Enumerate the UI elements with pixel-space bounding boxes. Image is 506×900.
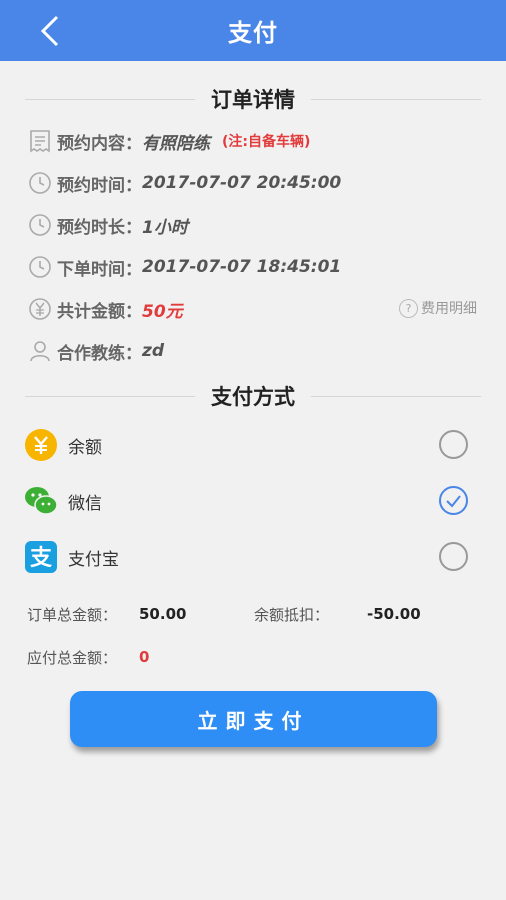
order-total-value: 50.00 <box>139 605 187 623</box>
payment-option-alipay[interactable]: 支 支付宝 <box>24 534 470 580</box>
question-icon: ? <box>399 298 418 318</box>
receipt-icon <box>30 130 50 153</box>
content-label: 预约内容： <box>57 133 142 154</box>
summary-row-order-total: 订单总金额： 50.00 余额抵扣： -50.00 <box>27 602 477 626</box>
duration-label: 预约时长： <box>57 217 142 238</box>
check-icon <box>446 495 461 508</box>
payment-option-wechat[interactable]: 微信 <box>24 478 470 524</box>
divider <box>25 395 195 397</box>
summary-row-payable: 应付总金额： 0 <box>27 645 227 669</box>
wechat-icon <box>25 487 58 515</box>
radio-unchecked[interactable] <box>439 430 468 459</box>
clock-icon <box>29 214 51 236</box>
radio-unchecked[interactable] <box>439 542 468 571</box>
balance-deduct-label: 余额抵扣： <box>254 605 330 624</box>
header-bar: 支付 <box>0 0 506 61</box>
pay-now-button[interactable]: 立即支付 <box>70 691 437 747</box>
fee-detail-label: 费用明细 <box>421 301 477 317</box>
placed-label: 下单时间： <box>57 259 142 280</box>
coach-value: zd <box>142 341 165 361</box>
duration-value: 1小时 <box>142 217 188 238</box>
payment-option-label: 支付宝 <box>68 549 119 570</box>
appointment-time-row: 预约时间： 2017-07-07 20:45:00 <box>27 168 477 198</box>
back-button[interactable] <box>30 12 70 50</box>
order-details-heading: 订单详情 <box>25 83 481 115</box>
clock-icon <box>29 256 51 278</box>
total-label: 共计金额： <box>57 301 142 322</box>
time-label: 预约时间： <box>57 175 142 196</box>
payment-method-heading: 支付方式 <box>25 380 481 412</box>
payment-option-label: 微信 <box>68 493 102 514</box>
appointment-content-row: 预约内容： 有照陪练 (注:自备车辆) <box>27 126 477 156</box>
svg-text:支: 支 <box>30 546 53 571</box>
radio-checked[interactable] <box>439 486 468 515</box>
user-icon <box>30 341 50 362</box>
yuan-icon <box>29 298 51 320</box>
coach-row: 合作教练： zd <box>27 336 477 366</box>
appointment-duration-row: 预约时长： 1小时 <box>27 210 477 240</box>
clock-icon <box>29 172 51 194</box>
payment-option-balance[interactable]: 余额 <box>24 422 470 468</box>
order-placed-row: 下单时间： 2017-07-07 18:45:01 <box>27 252 477 282</box>
coach-label: 合作教练： <box>57 343 142 364</box>
total-amount-row: 共计金额： 50元 ? 费用明细 <box>27 294 477 324</box>
yuan-balance-icon <box>25 429 57 461</box>
chevron-left-icon <box>40 15 59 47</box>
divider <box>311 395 481 397</box>
fee-detail-link[interactable]: ? 费用明细 <box>399 298 477 318</box>
divider <box>25 98 195 100</box>
divider <box>311 98 481 100</box>
payment-option-label: 余额 <box>68 437 102 458</box>
alipay-icon: 支 <box>25 541 57 573</box>
payable-value: 0 <box>139 648 150 666</box>
content-note: (注:自备车辆) <box>222 134 311 150</box>
section-title-text: 支付方式 <box>211 385 295 409</box>
section-title-text: 订单详情 <box>211 88 295 112</box>
total-value: 50元 <box>142 301 183 322</box>
order-total-label: 订单总金额： <box>27 605 118 624</box>
placed-value: 2017-07-07 18:45:01 <box>142 257 342 277</box>
content-value: 有照陪练 <box>142 133 210 154</box>
payable-label: 应付总金额： <box>27 648 118 667</box>
page-title: 支付 <box>228 19 278 47</box>
time-value: 2017-07-07 20:45:00 <box>142 173 342 193</box>
balance-deduct-value: -50.00 <box>367 605 421 623</box>
